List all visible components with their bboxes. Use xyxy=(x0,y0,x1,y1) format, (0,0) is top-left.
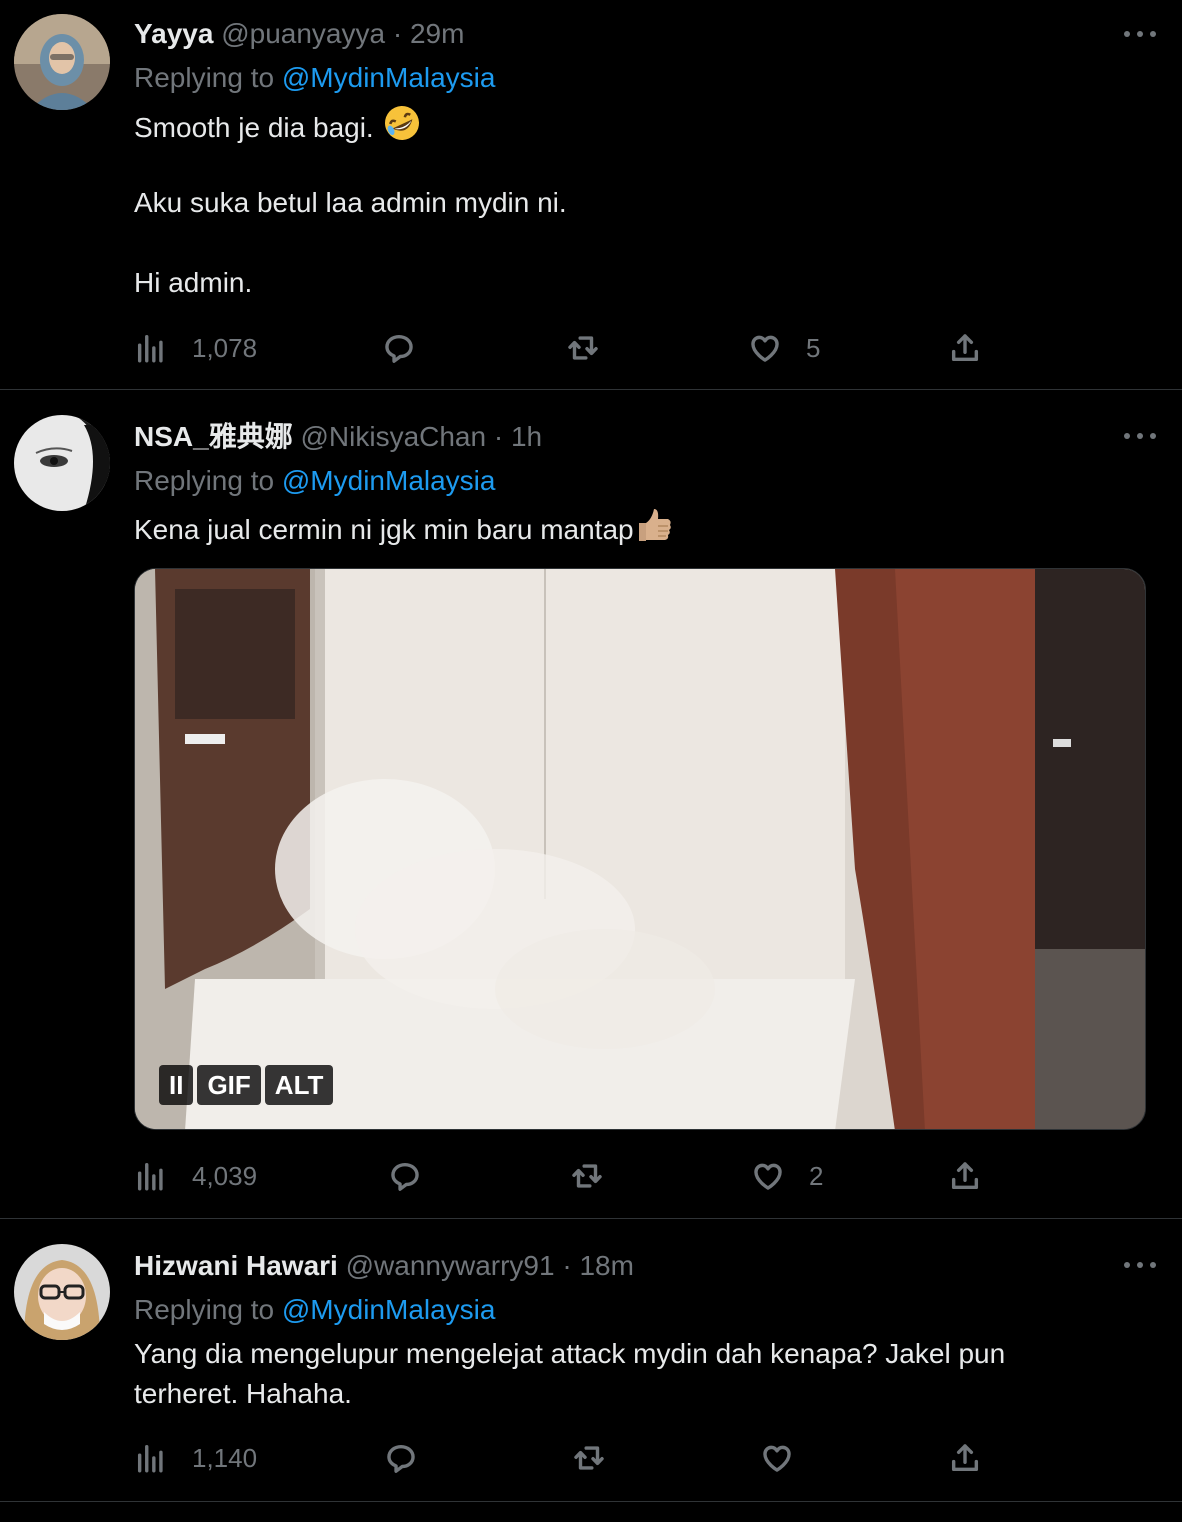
like-button[interactable] xyxy=(760,1438,794,1478)
text-line xyxy=(134,143,1094,183)
tweet[interactable]: Hizwani Hawari @wannywarry91 · 18m Reply… xyxy=(0,1220,1182,1502)
reply-icon xyxy=(388,1159,422,1193)
like-count: 2 xyxy=(809,1160,824,1191)
text-line: terheret. Hahaha. xyxy=(134,1378,352,1409)
views-icon xyxy=(134,1441,168,1475)
mention-link[interactable]: @MydinMalaysia xyxy=(282,465,496,496)
reply-icon xyxy=(382,331,416,365)
reply-button[interactable] xyxy=(388,1156,422,1196)
views-icon xyxy=(134,331,168,365)
views-button[interactable]: 4,039 xyxy=(134,1156,257,1196)
reply-button[interactable] xyxy=(384,1438,418,1478)
share-icon xyxy=(948,1441,982,1475)
share-button[interactable] xyxy=(948,328,982,368)
thumbs-up-emoji-icon xyxy=(634,505,674,556)
separator: · xyxy=(562,1250,572,1281)
avatar[interactable] xyxy=(14,415,110,511)
reply-icon xyxy=(384,1441,418,1475)
retweet-icon xyxy=(566,331,600,365)
tweet-text: Yang dia mengelupur mengelejat attack my… xyxy=(134,1334,1094,1414)
timestamp[interactable]: 29m xyxy=(410,18,464,49)
like-button[interactable]: 5 xyxy=(748,328,820,368)
retweet-button[interactable] xyxy=(566,328,600,368)
alt-badge[interactable]: ALT xyxy=(264,1065,334,1105)
separator: · xyxy=(493,421,504,452)
views-button[interactable]: 1,140 xyxy=(134,1438,257,1478)
heart-icon xyxy=(751,1159,785,1193)
handle[interactable]: @wannywarry91 xyxy=(346,1250,555,1281)
share-button[interactable] xyxy=(948,1156,982,1196)
views-button[interactable]: 1,078 xyxy=(134,328,257,368)
retweet-button[interactable] xyxy=(572,1438,606,1478)
share-icon xyxy=(948,331,982,365)
share-icon xyxy=(948,1159,982,1193)
heart-icon xyxy=(760,1441,794,1475)
tweet[interactable]: Yayya @puanyayya · 29m Replying to @Mydi… xyxy=(0,0,1182,390)
views-icon xyxy=(134,1159,168,1193)
display-name[interactable]: Yayya xyxy=(134,18,213,49)
avatar[interactable] xyxy=(14,14,110,110)
display-name[interactable]: NSA_雅典娜 xyxy=(134,421,293,452)
gif-badge: GIF xyxy=(197,1065,261,1105)
heart-icon xyxy=(748,331,782,365)
timestamp[interactable]: 18m xyxy=(579,1250,633,1281)
share-button[interactable] xyxy=(948,1438,982,1478)
views-count: 4,039 xyxy=(192,1160,258,1191)
retweet-icon xyxy=(570,1159,604,1193)
timestamp[interactable]: 1h xyxy=(511,421,542,452)
replying-label: Replying to xyxy=(134,62,275,93)
tweet[interactable]: NSA_雅典娜 @NikisyaChan · 1h Replying to @M… xyxy=(0,391,1182,1219)
reply-button[interactable] xyxy=(382,328,416,368)
text-line: Smooth je dia bagi. xyxy=(134,112,374,143)
text-line: Yang dia mengelupur mengelejat attack my… xyxy=(134,1338,1006,1369)
like-count: 5 xyxy=(806,332,821,363)
handle[interactable]: @puanyayya xyxy=(221,18,385,49)
mention-link[interactable]: @MydinMalaysia xyxy=(282,1294,496,1325)
more-options-icon[interactable] xyxy=(1124,420,1156,452)
separator: · xyxy=(392,18,403,49)
text-line: Kena jual cermin ni jgk min baru mantap xyxy=(134,514,634,545)
replying-label: Replying to xyxy=(134,465,275,496)
gif-media[interactable]: II GIF ALT xyxy=(134,568,1146,1130)
like-button[interactable]: 2 xyxy=(751,1156,823,1196)
text-line: Aku suka betul laa admin mydin ni. xyxy=(134,187,567,218)
pause-button[interactable]: II xyxy=(159,1065,194,1105)
replying-label: Replying to xyxy=(134,1294,275,1325)
tweet-text: Smooth je dia bagi. Aku suka betul laa a… xyxy=(134,103,1094,303)
views-count: 1,078 xyxy=(192,332,258,363)
more-options-icon[interactable] xyxy=(1124,18,1156,50)
handle[interactable]: @NikisyaChan xyxy=(300,421,486,452)
text-line xyxy=(134,223,1094,263)
mention-link[interactable]: @MydinMalaysia xyxy=(282,62,496,93)
retweet-icon xyxy=(572,1441,606,1475)
avatar[interactable] xyxy=(14,1244,110,1340)
retweet-button[interactable] xyxy=(570,1156,604,1196)
views-count: 1,140 xyxy=(192,1442,258,1473)
more-options-icon[interactable] xyxy=(1124,1249,1156,1281)
tweet-text: Kena jual cermin ni jgk min baru mantap xyxy=(134,505,1094,556)
gif-frame xyxy=(135,569,1145,1129)
display-name[interactable]: Hizwani Hawari xyxy=(134,1250,338,1281)
laughing-emoji-icon xyxy=(382,103,422,154)
text-line: Hi admin. xyxy=(134,267,253,298)
